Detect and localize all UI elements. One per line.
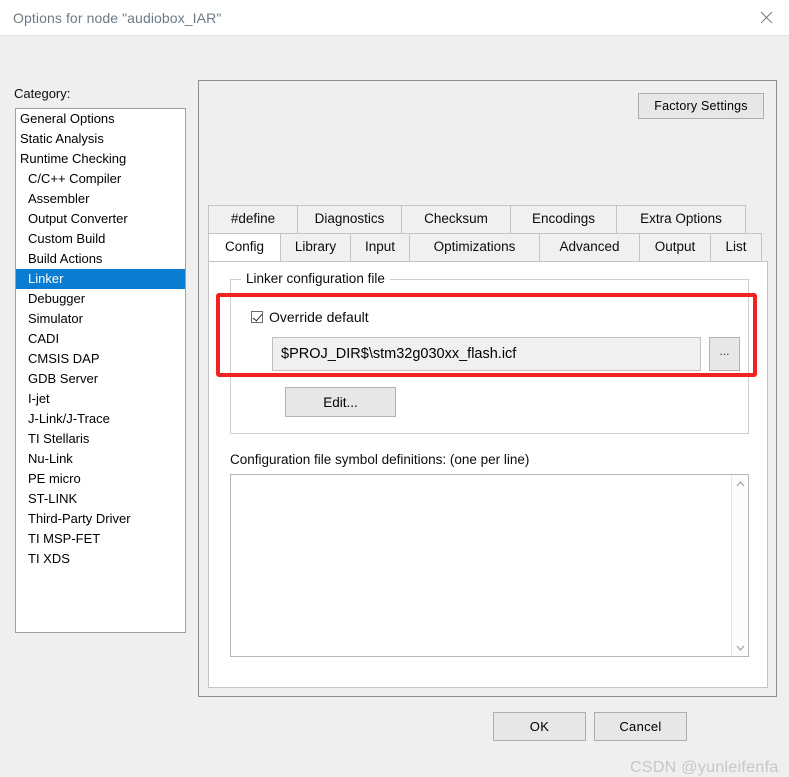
symbol-definitions-scrollbar[interactable] xyxy=(731,475,748,656)
sidebar-item-simulator[interactable]: Simulator xyxy=(16,309,185,329)
tab-advanced[interactable]: Advanced xyxy=(539,233,640,261)
sidebar-item-cmsis-dap[interactable]: CMSIS DAP xyxy=(16,349,185,369)
sidebar-item-output-converter[interactable]: Output Converter xyxy=(16,209,185,229)
linker-config-group: Linker configuration file Override defau… xyxy=(230,271,749,434)
sidebar-item-nu-link[interactable]: Nu-Link xyxy=(16,449,185,469)
sidebar-item-assembler[interactable]: Assembler xyxy=(16,189,185,209)
sidebar-item-ti-stellaris[interactable]: TI Stellaris xyxy=(16,429,185,449)
tab-optimizations[interactable]: Optimizations xyxy=(409,233,540,261)
checkbox-check-icon xyxy=(251,311,263,323)
chevron-up-icon[interactable] xyxy=(732,475,749,492)
watermark: CSDN @yunleifenfa xyxy=(630,759,779,776)
tab-diagnostics[interactable]: Diagnostics xyxy=(297,205,402,233)
factory-settings-button[interactable]: Factory Settings xyxy=(638,93,764,119)
sidebar-item-cadi[interactable]: CADI xyxy=(16,329,185,349)
close-glyph xyxy=(760,11,772,24)
sidebar-item-gdb-server[interactable]: GDB Server xyxy=(16,369,185,389)
browse-button[interactable]: ... xyxy=(709,337,740,371)
override-default-label: Override default xyxy=(269,309,369,325)
sidebar-item-i-jet[interactable]: I-jet xyxy=(16,389,185,409)
sidebar-item-custom-build[interactable]: Custom Build xyxy=(16,229,185,249)
options-panel: Factory Settings #define Diagnostics Check… xyxy=(198,80,777,697)
sidebar-item-pe-micro[interactable]: PE micro xyxy=(16,469,185,489)
sidebar-item-static-analysis[interactable]: Static Analysis xyxy=(16,129,185,149)
sidebar-item-ti-msp-fet[interactable]: TI MSP-FET xyxy=(16,529,185,549)
sidebar-item-general-options[interactable]: General Options xyxy=(16,109,185,129)
ok-button[interactable]: OK xyxy=(493,712,586,741)
tab-config[interactable]: Config xyxy=(208,233,281,261)
chevron-down-glyph xyxy=(736,645,745,651)
sidebar-item-linker[interactable]: Linker xyxy=(16,269,185,289)
sidebar-item-ti-xds[interactable]: TI XDS xyxy=(16,549,185,569)
dialog-body: Category: General Options Static Analysis… xyxy=(0,36,789,776)
tab-list[interactable]: List xyxy=(710,233,762,261)
tab-row-lower: Config Library Input Optimizations Advanced O… xyxy=(208,233,768,261)
window-title: Options for node "audiobox_IAR" xyxy=(13,10,222,26)
linker-config-group-title: Linker configuration file xyxy=(241,271,390,286)
tab-input[interactable]: Input xyxy=(350,233,410,261)
tab-extra-options[interactable]: Extra Options xyxy=(616,205,746,233)
tab-define[interactable]: #define xyxy=(208,205,298,233)
sidebar-item-debugger[interactable]: Debugger xyxy=(16,289,185,309)
symbol-definitions-input[interactable] xyxy=(231,475,731,656)
sidebar-item-st-link[interactable]: ST-LINK xyxy=(16,489,185,509)
edit-button[interactable]: Edit... xyxy=(285,387,396,417)
linker-config-path-input[interactable] xyxy=(272,337,701,371)
tab-panel-config: Linker configuration file Override defau… xyxy=(208,261,768,688)
chevron-up-glyph xyxy=(736,480,745,486)
symbol-definitions-label: Configuration file symbol definitions: (… xyxy=(230,452,530,467)
tab-output[interactable]: Output xyxy=(639,233,711,261)
chevron-down-icon[interactable] xyxy=(732,639,749,656)
sidebar-item-j-link-j-trace[interactable]: J-Link/J-Trace xyxy=(16,409,185,429)
close-icon[interactable] xyxy=(743,0,789,35)
title-bar: Options for node "audiobox_IAR" xyxy=(0,0,789,36)
tab-strip: #define Diagnostics Checksum Encodings Extra… xyxy=(208,205,768,261)
cancel-button[interactable]: Cancel xyxy=(594,712,687,741)
category-list[interactable]: General Options Static Analysis Runtime Ch… xyxy=(15,108,186,633)
sidebar-item-build-actions[interactable]: Build Actions xyxy=(16,249,185,269)
tab-checksum[interactable]: Checksum xyxy=(401,205,511,233)
override-default-path-row: ... xyxy=(272,337,740,371)
sidebar-item-third-party-driver[interactable]: Third-Party Driver xyxy=(16,509,185,529)
category-label: Category: xyxy=(14,86,71,101)
sidebar-item-runtime-checking[interactable]: Runtime Checking xyxy=(16,149,185,169)
tab-row-upper: #define Diagnostics Checksum Encodings Extra… xyxy=(208,205,768,233)
override-default-checkbox[interactable]: Override default xyxy=(251,309,369,325)
sidebar-item-c-c-compiler[interactable]: C/C++ Compiler xyxy=(16,169,185,189)
tab-encodings[interactable]: Encodings xyxy=(510,205,617,233)
tab-library[interactable]: Library xyxy=(280,233,351,261)
symbol-definitions-area xyxy=(230,474,749,657)
